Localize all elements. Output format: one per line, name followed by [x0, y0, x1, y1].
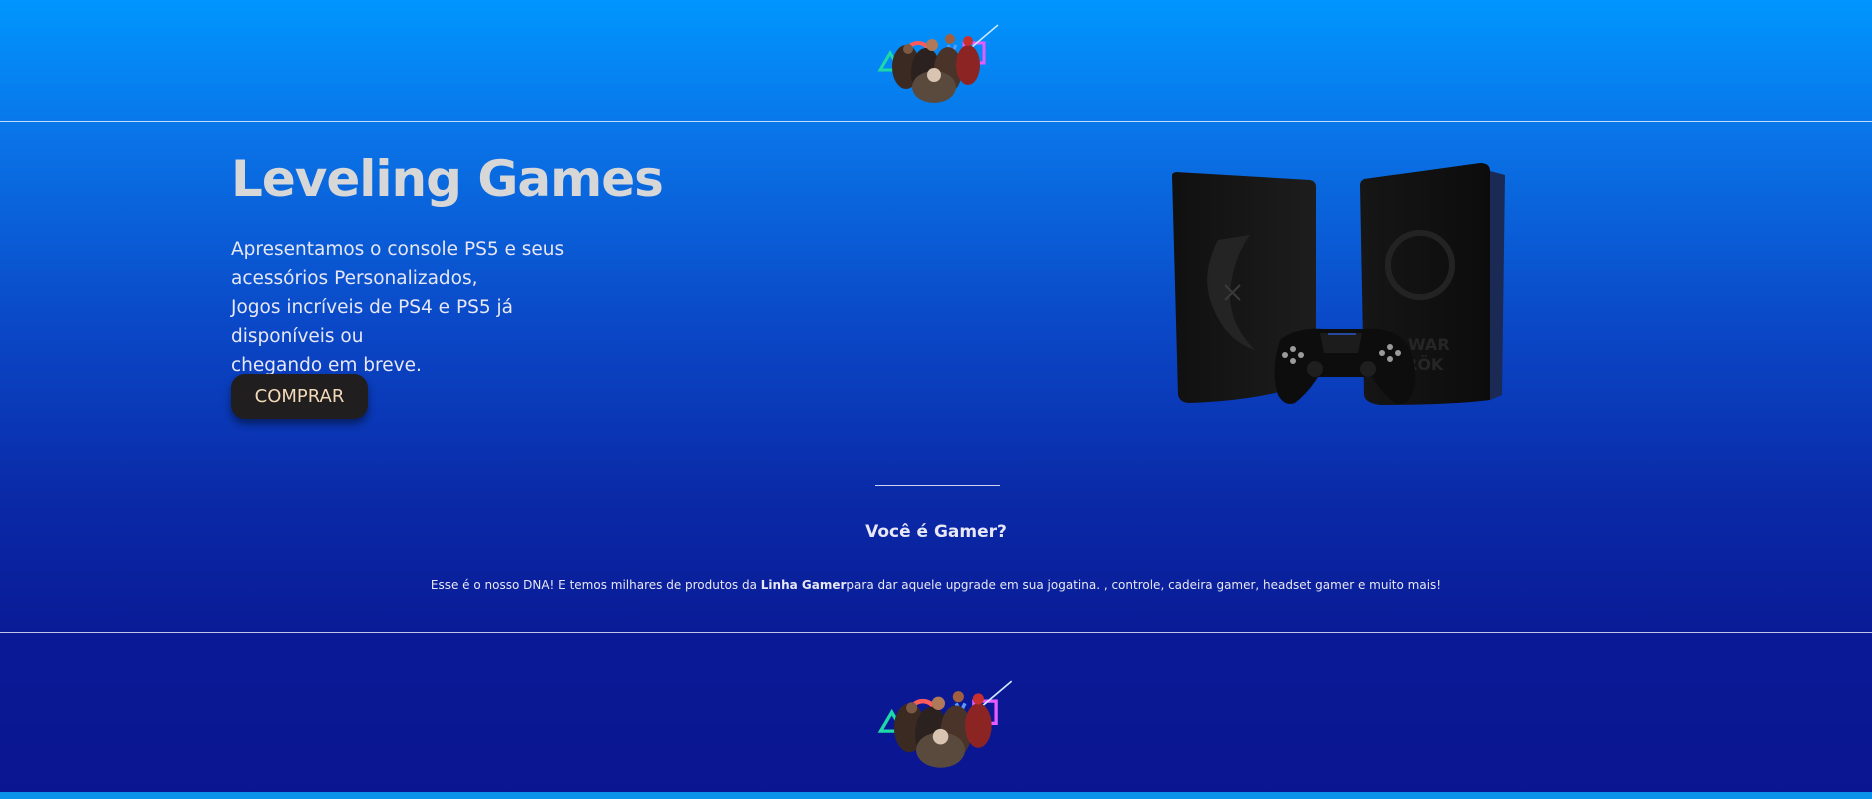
playstation-heroes-logo-icon	[877, 24, 999, 103]
footer-divider	[0, 632, 1872, 633]
section-text-after: para dar aquele upgrade em sua jogatina.…	[846, 578, 1442, 592]
section-title: Você é Gamer?	[865, 522, 1007, 542]
site-header	[0, 0, 1872, 122]
section-description: Esse é o nosso DNA! E temos milhares de …	[0, 578, 1872, 592]
console-text: WAR	[1408, 335, 1450, 354]
hero-description-line: acessórios Personalizados,	[231, 268, 478, 289]
playstation-heroes-logo-icon	[877, 680, 1013, 768]
header-logo[interactable]	[868, 15, 1008, 105]
bottom-bar	[0, 792, 1872, 799]
section-text-bold: Linha Gamer	[760, 578, 847, 592]
section-text-before: Esse é o nosso DNA! E temos milhares de …	[430, 578, 761, 592]
hero-title: Leveling Games	[231, 150, 664, 208]
ps5-console-image: WAR RÖK	[1150, 155, 1520, 415]
section-divider	[875, 485, 1000, 486]
hero-description: Apresentamos o console PS5 e seus acessó…	[231, 235, 611, 380]
footer-logo[interactable]	[860, 670, 1030, 770]
hero-description-line: Jogos incríveis de PS4 e PS5 já disponív…	[231, 297, 513, 347]
buy-button[interactable]: COMPRAR	[231, 374, 368, 419]
hero-description-line: Apresentamos o console PS5 e seus	[231, 239, 565, 260]
